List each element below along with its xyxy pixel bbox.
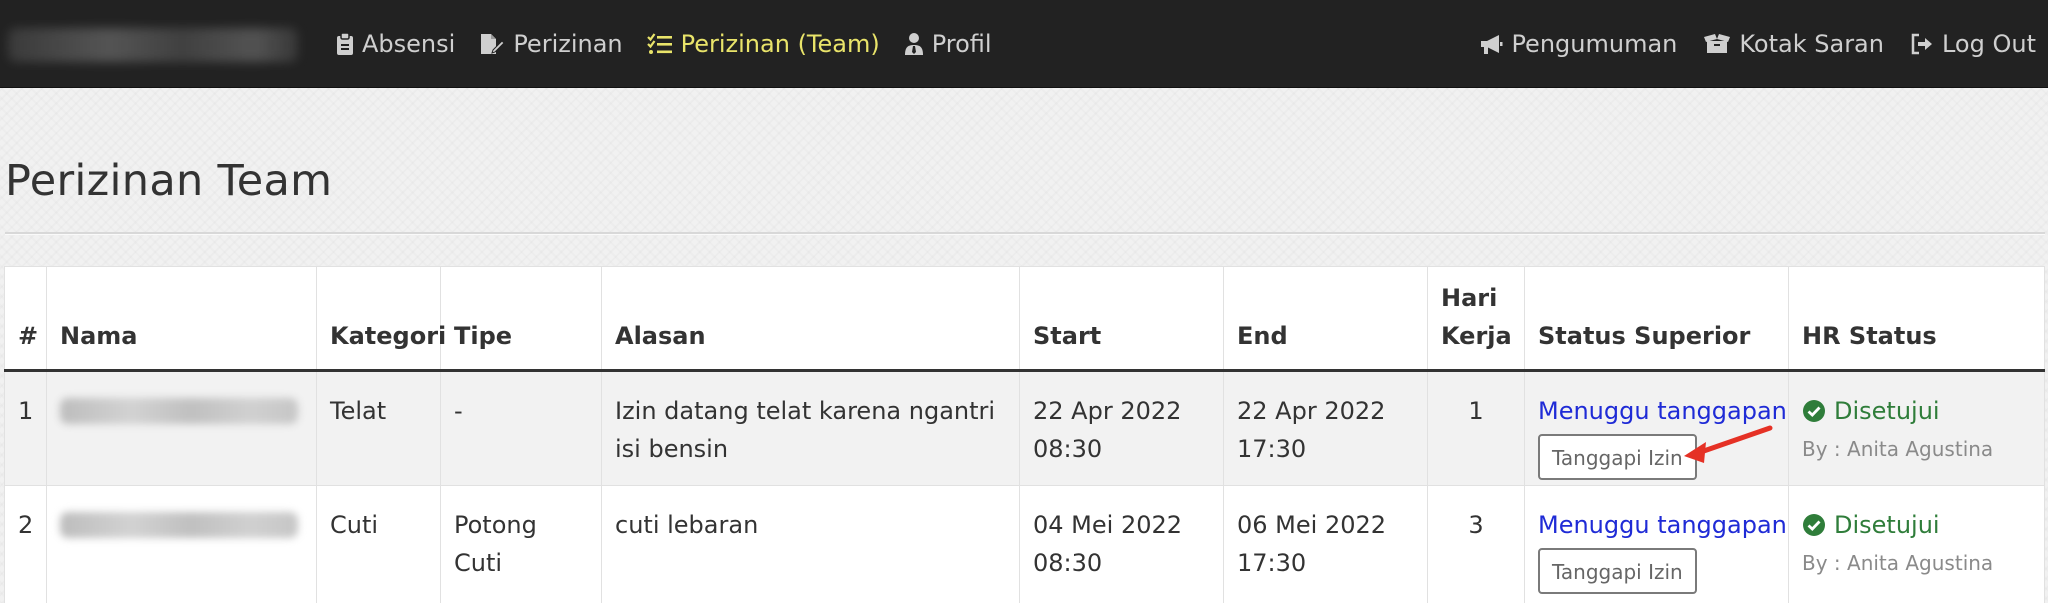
tasks-icon	[646, 33, 672, 54]
nav-item-label: Profil	[931, 30, 992, 58]
nav-item-label: Perizinan (Team)	[680, 30, 880, 58]
start-time: 08:30	[1033, 435, 1103, 463]
perizinan-table-container: # Nama Kategori Tipe Alasan Start End Ha…	[4, 266, 2045, 603]
clipboard-icon	[337, 32, 353, 55]
nav-item-label: Perizinan	[513, 30, 623, 58]
page-title: Perizinan Team	[5, 156, 333, 206]
table-row: 1 Telat - Izin datang telat karena ngant…	[4, 370, 2045, 486]
top-navbar: Absensi Perizinan Perizinan (Team) Profi…	[0, 0, 2048, 88]
nav-item-absensi[interactable]: Absensi	[336, 30, 455, 58]
nav-item-label: Kotak Saran	[1739, 30, 1884, 58]
table-row: 2 Cuti Potong Cuti cuti lebaran 04 Mei 2…	[4, 485, 2045, 603]
sign-out-icon	[1911, 33, 1932, 55]
cell-num: 1	[4, 370, 47, 486]
cell-hr-status: Disetujui By : Anita Agustina	[1788, 485, 2045, 603]
blurred-name	[60, 512, 298, 538]
file-signature-icon	[481, 34, 506, 54]
cell-num: 2	[4, 485, 47, 603]
hr-status-label: Disetujui	[1834, 397, 1940, 425]
nav-item-pengumuman[interactable]: Pengumuman	[1479, 30, 1677, 58]
cell-alasan: Izin datang telat karena ngantri isi ben…	[601, 370, 1020, 486]
nav-item-profil[interactable]: Profil	[904, 30, 992, 58]
cell-hr-status: Disetujui By : Anita Agustina	[1788, 370, 2045, 486]
hr-status-label: Disetujui	[1834, 511, 1940, 539]
cell-status-superior: Menuggu tanggapan Tanggapi Izin	[1524, 485, 1789, 603]
cell-end: 22 Apr 2022 17:30	[1223, 370, 1428, 486]
cell-status-superior: Menuggu tanggapan Tanggapi Izin	[1524, 370, 1789, 486]
title-divider	[5, 232, 2045, 235]
cell-kategori: Cuti	[316, 485, 441, 603]
col-header-alasan: Alasan	[601, 266, 1020, 372]
blurred-name	[60, 398, 298, 424]
status-superior-link[interactable]: Menuggu tanggapan	[1538, 392, 1787, 430]
user-tie-icon	[904, 33, 923, 55]
app-page: Absensi Perizinan Perizinan (Team) Profi…	[0, 0, 2048, 603]
cell-start: 04 Mei 2022 08:30	[1019, 485, 1224, 603]
nav-main-menu: Absensi Perizinan Perizinan (Team) Profi…	[336, 0, 1016, 88]
nav-item-log-out[interactable]: Log Out	[1910, 30, 2036, 58]
col-header-tipe: Tipe	[440, 266, 602, 372]
cell-hari-kerja: 1	[1427, 370, 1525, 486]
start-time: 08:30	[1033, 549, 1103, 577]
table-header-row: # Nama Kategori Tipe Alasan Start End Ha…	[4, 266, 2045, 372]
cell-tipe: -	[440, 370, 602, 486]
box-icon	[1704, 34, 1731, 53]
end-date: 22 Apr 2022	[1237, 397, 1386, 425]
cell-kategori: Telat	[316, 370, 441, 486]
cell-nama	[46, 370, 317, 486]
nav-item-label: Pengumuman	[1511, 30, 1678, 58]
end-time: 17:30	[1237, 549, 1307, 577]
col-header-nama: Nama	[46, 266, 317, 372]
col-header-end: End	[1223, 266, 1428, 372]
nav-right-menu: Pengumuman Kotak Saran Log Out	[1453, 0, 2036, 88]
col-header-status-superior: Status Superior	[1524, 266, 1789, 372]
status-superior-link[interactable]: Menuggu tanggapan	[1538, 506, 1787, 544]
nav-item-label: Absensi	[362, 30, 456, 58]
bullhorn-icon	[1481, 35, 1503, 54]
cell-hari-kerja: 3	[1427, 485, 1525, 603]
hr-status-approved: Disetujui	[1802, 392, 2031, 430]
col-header-kategori: Kategori	[316, 266, 446, 372]
check-circle-icon	[1803, 400, 1825, 422]
col-header-hari-kerja: Hari Kerja	[1427, 266, 1525, 372]
check-circle-icon	[1803, 514, 1825, 536]
brand-logo-blurred[interactable]	[8, 28, 298, 62]
cell-tipe: Potong Cuti	[440, 485, 602, 603]
hr-approved-by: By : Anita Agustina	[1802, 551, 1994, 575]
tanggapi-izin-button[interactable]: Tanggapi Izin	[1538, 548, 1697, 594]
nav-item-kotak-saran[interactable]: Kotak Saran	[1703, 30, 1884, 58]
cell-nama	[46, 485, 317, 603]
col-header-num: #	[4, 266, 47, 372]
col-header-start: Start	[1019, 266, 1224, 372]
nav-item-perizinan-team[interactable]: Perizinan (Team)	[646, 30, 880, 58]
cell-start: 22 Apr 2022 08:30	[1019, 370, 1224, 486]
hr-status-approved: Disetujui	[1802, 506, 2031, 544]
tanggapi-izin-button[interactable]: Tanggapi Izin	[1538, 434, 1697, 480]
nav-item-label: Log Out	[1941, 30, 2036, 58]
start-date: 04 Mei 2022	[1033, 511, 1183, 539]
nav-item-perizinan[interactable]: Perizinan	[479, 30, 623, 58]
cell-alasan: cuti lebaran	[601, 485, 1020, 603]
col-header-hr-status: HR Status	[1788, 266, 2045, 372]
perizinan-team-table: # Nama Kategori Tipe Alasan Start End Ha…	[4, 266, 2045, 603]
end-time: 17:30	[1237, 435, 1307, 463]
start-date: 22 Apr 2022	[1033, 397, 1182, 425]
hr-approved-by: By : Anita Agustina	[1802, 437, 1994, 461]
end-date: 06 Mei 2022	[1237, 511, 1387, 539]
cell-end: 06 Mei 2022 17:30	[1223, 485, 1428, 603]
